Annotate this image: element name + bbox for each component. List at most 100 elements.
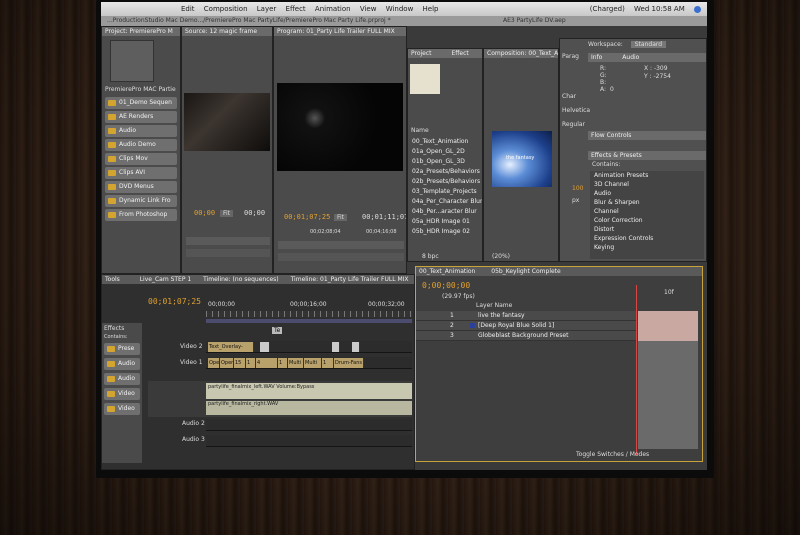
list-item[interactable]: 3D Channel bbox=[590, 180, 704, 189]
track-audio3[interactable]: Audio 3 bbox=[182, 436, 205, 443]
work-area-bar[interactable] bbox=[206, 319, 412, 323]
ae-layer-name-header[interactable]: Layer Name bbox=[476, 302, 512, 309]
video1-clip[interactable]: Open bbox=[220, 358, 234, 368]
project-tab[interactable]: Project: PremierePro M bbox=[102, 27, 180, 36]
program-transport-controls[interactable] bbox=[278, 241, 404, 249]
program-fit-dropdown[interactable]: Fit bbox=[334, 214, 348, 221]
source-transport-controls[interactable] bbox=[186, 237, 270, 245]
list-item[interactable]: Distort bbox=[590, 225, 704, 234]
tools-tab[interactable]: Tools bbox=[105, 276, 120, 283]
source-fit-dropdown[interactable]: Fit bbox=[220, 210, 234, 217]
list-item[interactable]: 03_Template_Projects bbox=[408, 187, 482, 196]
toggle-switches-modes[interactable]: Toggle Switches / Modes bbox=[576, 451, 649, 458]
menu-layer[interactable]: Layer bbox=[257, 5, 277, 13]
list-item[interactable]: Video bbox=[104, 403, 140, 415]
program-jog-controls[interactable] bbox=[278, 253, 404, 261]
font-size-value[interactable]: 100 bbox=[572, 185, 583, 192]
ae-name-column[interactable]: Name bbox=[411, 127, 429, 134]
video1-clip[interactable]: 15 bbox=[234, 358, 246, 368]
list-item[interactable]: Animation Presets bbox=[590, 171, 704, 180]
track-audio2[interactable]: Audio 2 bbox=[182, 420, 205, 427]
audio-tab[interactable]: Audio bbox=[622, 54, 639, 61]
menu-composition[interactable]: Composition bbox=[204, 5, 248, 13]
video1-clip[interactable]: Open bbox=[208, 358, 220, 368]
video2-clip[interactable] bbox=[332, 342, 340, 352]
track-video2[interactable]: Video 2 bbox=[180, 343, 203, 350]
ae-effects-tab[interactable]: Effect bbox=[451, 50, 468, 57]
ae-comp-viewer[interactable]: the fantasy bbox=[492, 131, 552, 187]
character-tab[interactable]: Char bbox=[562, 93, 576, 100]
video1-clip[interactable]: 1 bbox=[278, 358, 288, 368]
list-item[interactable]: Clips Mov bbox=[105, 153, 177, 165]
ae-timeline-tab-1[interactable]: 00_Text_Animation bbox=[419, 268, 475, 275]
font-style-dropdown[interactable]: Regular bbox=[562, 121, 585, 128]
main-timeline-tab[interactable]: Timeline: 01_Party Life Trailer FULL MIX bbox=[291, 276, 409, 283]
list-item[interactable]: Prese bbox=[104, 343, 140, 355]
list-item[interactable]: Audio bbox=[104, 358, 140, 370]
effects-tab[interactable]: Effects bbox=[104, 325, 140, 332]
list-item[interactable]: 01_Demo Sequen bbox=[105, 97, 177, 109]
menu-animation[interactable]: Animation bbox=[315, 5, 351, 13]
list-item[interactable]: 04b_Per...aracter Blur bbox=[408, 207, 482, 216]
list-item[interactable]: Dynamic Link Fro bbox=[105, 195, 177, 207]
menu-help[interactable]: Help bbox=[423, 5, 439, 13]
video2-clip[interactable] bbox=[352, 342, 360, 352]
video1-clip[interactable]: 4 bbox=[256, 358, 278, 368]
list-item[interactable]: Audio bbox=[105, 125, 177, 137]
empty-timeline-tab[interactable]: Timeline: (no sequences) bbox=[203, 276, 279, 283]
video2-clip[interactable]: Text_Overlay- bbox=[208, 342, 254, 352]
video1-clip[interactable]: Multi bbox=[288, 358, 304, 368]
source-tab[interactable]: Source: 12 magic frame bbox=[182, 27, 272, 36]
ae-layer-row[interactable]: 3 Globeblast Background Preset bbox=[416, 331, 636, 341]
info-tab[interactable]: Info bbox=[591, 54, 602, 61]
source-timecode[interactable]: 00;00 bbox=[194, 209, 215, 217]
ae-timeline-tab-2[interactable]: 05b_Keylight Complete bbox=[491, 268, 560, 275]
menu-window[interactable]: Window bbox=[386, 5, 414, 13]
list-item[interactable]: Channel bbox=[590, 207, 704, 216]
video1-clip[interactable]: Drum-Fans bbox=[334, 358, 364, 368]
spotlight-icon[interactable] bbox=[694, 5, 701, 13]
font-dropdown[interactable]: Helvetica bbox=[562, 107, 590, 114]
list-item[interactable]: 04a_Per_Character Blur bbox=[408, 197, 482, 206]
video1-clip[interactable]: 1 bbox=[246, 358, 256, 368]
audio-clip-right[interactable]: partylife_finalmix_right.WAV bbox=[206, 401, 412, 415]
list-item[interactable]: Blur & Sharpen bbox=[590, 198, 704, 207]
list-item[interactable]: 05a_HDR Image 01 bbox=[408, 217, 482, 226]
ae-bpc[interactable]: 8 bpc bbox=[422, 253, 439, 260]
ae-current-time-indicator[interactable] bbox=[636, 285, 637, 455]
ae-project-tab[interactable]: Project bbox=[411, 50, 432, 57]
source-jog-controls[interactable] bbox=[186, 249, 270, 257]
list-item[interactable]: 05b_HDR Image 02 bbox=[408, 227, 482, 236]
list-item[interactable]: 00_Text_Animation bbox=[408, 137, 482, 146]
list-item[interactable]: Keying bbox=[590, 243, 704, 252]
list-item[interactable]: Audio Demo bbox=[105, 139, 177, 151]
program-timecode[interactable]: 00;01;07;25 bbox=[284, 213, 330, 221]
track-video1[interactable]: Video 1 bbox=[180, 359, 203, 366]
ae-timecode[interactable]: 0;00;00;00 bbox=[422, 281, 470, 290]
list-item[interactable]: Expression Controls bbox=[590, 234, 704, 243]
program-tab[interactable]: Program: 01_Party Life Trailer FULL MIX bbox=[274, 27, 406, 36]
video1-clip[interactable]: Multi bbox=[304, 358, 322, 368]
menu-edit[interactable]: Edit bbox=[181, 5, 195, 13]
ae-layer-row[interactable]: 2 [Deep Royal Blue Solid 1] bbox=[416, 321, 636, 331]
menu-view[interactable]: View bbox=[360, 5, 377, 13]
paragraph-tab[interactable]: Parag bbox=[562, 53, 579, 60]
list-item[interactable]: AE Renders bbox=[105, 111, 177, 123]
effects-presets-tab[interactable]: Effects & Presets bbox=[588, 151, 706, 160]
timeline-ruler[interactable] bbox=[206, 311, 412, 317]
list-item[interactable]: DVD Menus bbox=[105, 181, 177, 193]
audio-clip-left[interactable]: partylife_finalmix_left.WAV Volume:Bypas… bbox=[206, 383, 412, 399]
list-item[interactable]: 02b_Presets/Behaviors bbox=[408, 177, 482, 186]
list-item[interactable]: 01b_Open_GL_3D bbox=[408, 157, 482, 166]
video2-clip[interactable] bbox=[260, 342, 270, 352]
list-item[interactable]: Clips AVI bbox=[105, 167, 177, 179]
list-item[interactable]: Audio bbox=[590, 189, 704, 198]
list-item[interactable]: 01a_Open_GL_2D bbox=[408, 147, 482, 156]
ae-layer-duration-bars[interactable] bbox=[638, 311, 698, 341]
list-item[interactable]: Audio bbox=[104, 373, 140, 385]
video1-clip[interactable]: 1 bbox=[322, 358, 334, 368]
ae-composition-tab[interactable]: Composition: 00_Text_A bbox=[484, 49, 558, 58]
list-item[interactable]: From Photoshop bbox=[105, 209, 177, 221]
ae-layer-row[interactable]: 1 live the fantasy bbox=[416, 311, 636, 321]
cam-tab[interactable]: Live_Cam STEP 1 bbox=[140, 276, 191, 283]
